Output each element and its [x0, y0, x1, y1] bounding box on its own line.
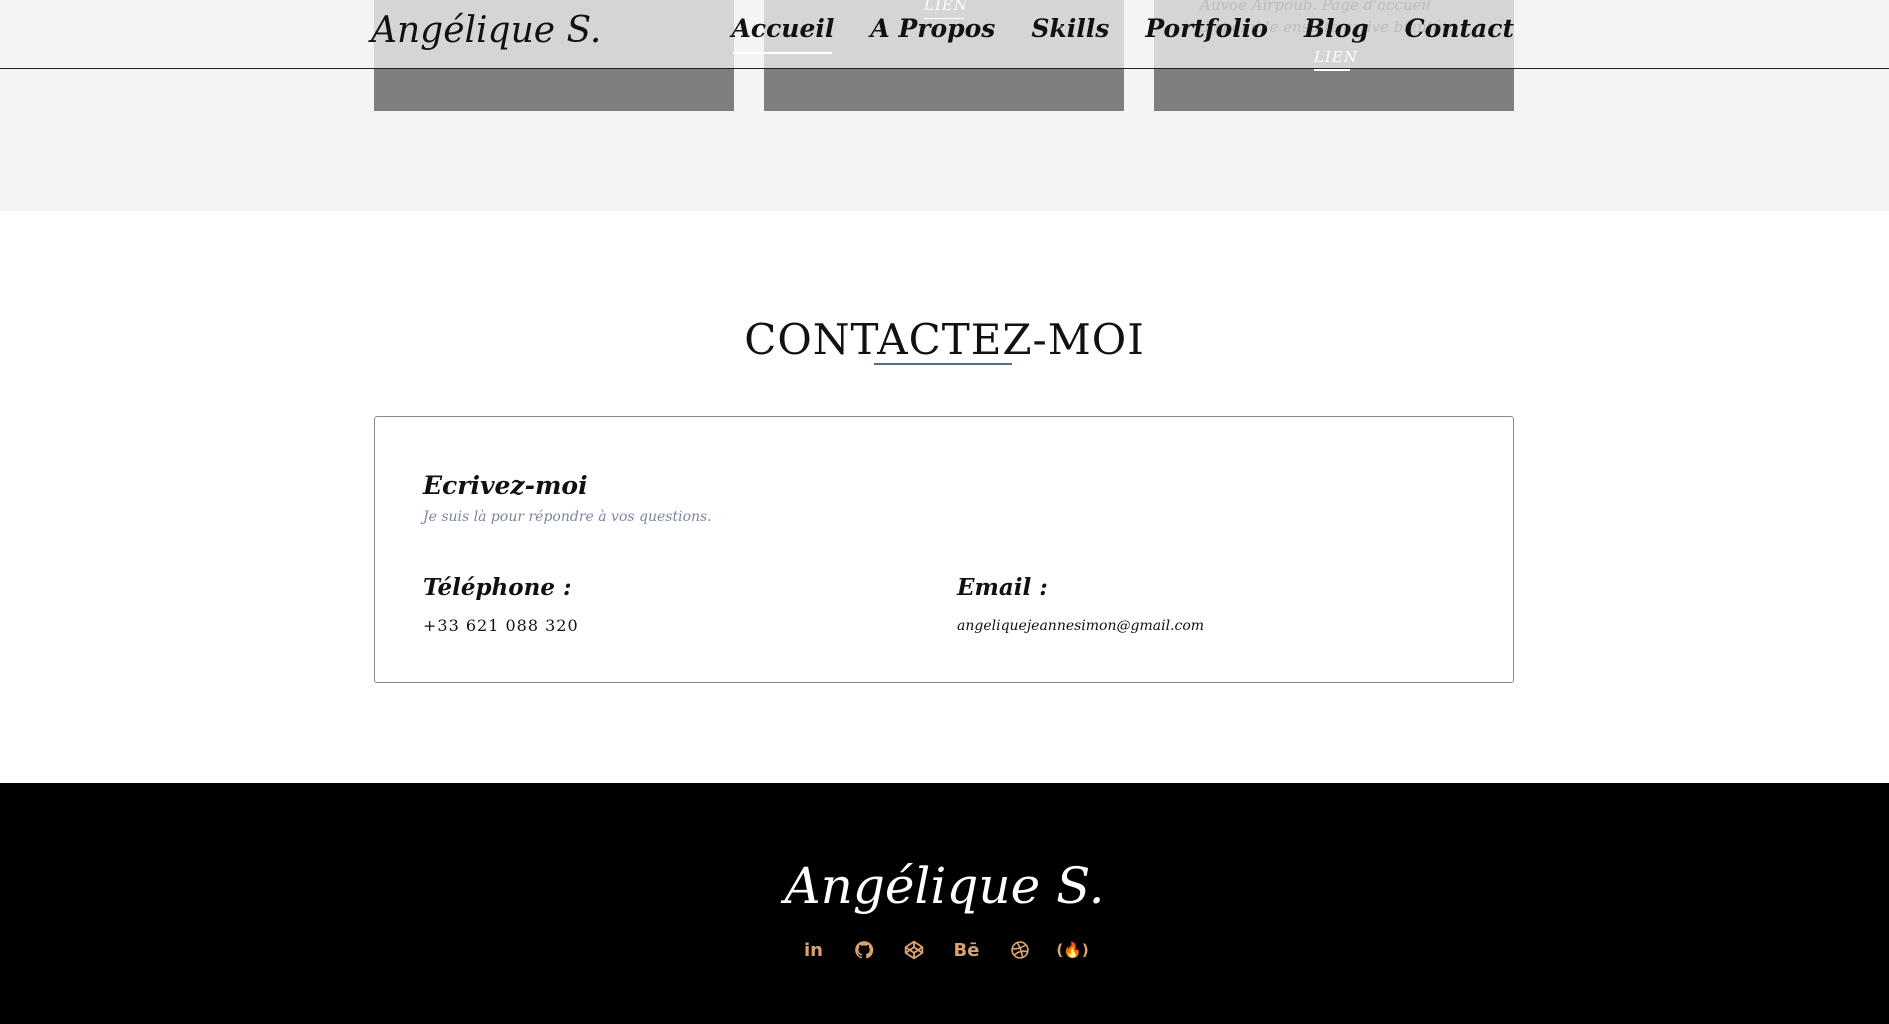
github-icon[interactable] — [852, 938, 876, 962]
nav-item-accueil[interactable]: Accueil — [731, 14, 834, 54]
portfolio-card-overlay — [1154, 68, 1514, 111]
site-header: Angélique S. Accueil A Propos Skills Por… — [0, 0, 1889, 69]
contact-card-heading: Ecrivez-moi — [423, 471, 588, 500]
email-label: Email : — [957, 574, 1048, 601]
site-footer: Angélique S. in Bē (🔥) — [0, 783, 1889, 1024]
contact-card: Ecrivez-moi Je suis là pour répondre à v… — [374, 416, 1514, 683]
header-logo[interactable]: Angélique S. — [371, 10, 601, 51]
dribbble-icon[interactable] — [1008, 938, 1032, 962]
phone-value[interactable]: +33 621 088 320 — [423, 616, 579, 635]
section-title: CONTACTEZ-MOI — [744, 315, 1145, 364]
social-links: in Bē (🔥) — [0, 938, 1889, 962]
portfolio-card-overlay — [764, 68, 1124, 111]
phone-label: Téléphone : — [423, 574, 572, 601]
portfolio-card-overlay — [374, 68, 734, 111]
title-underline — [874, 363, 1012, 365]
behance-icon[interactable]: Bē — [952, 938, 982, 962]
nav-item-skills[interactable]: Skills — [1031, 14, 1109, 53]
main-nav: Accueil A Propos Skills Portfolio Blog C… — [731, 14, 1514, 54]
nav-item-contact[interactable]: Contact — [1405, 14, 1514, 53]
email-value[interactable]: angeliquejeannesimon@gmail.com — [957, 618, 1204, 634]
freecodecamp-icon[interactable]: (🔥) — [1056, 938, 1088, 962]
nav-item-blog[interactable]: Blog — [1304, 14, 1369, 53]
nav-item-a-propos[interactable]: A Propos — [870, 14, 995, 53]
contact-section: CONTACTEZ-MOI Ecrivez-moi Je suis là pou… — [0, 211, 1889, 783]
linkedin-icon[interactable]: in — [802, 938, 826, 962]
codepen-icon[interactable] — [902, 938, 926, 962]
portfolio-card-link-underline — [1314, 69, 1350, 71]
footer-logo[interactable]: Angélique S. — [0, 857, 1889, 915]
contact-card-subtitle: Je suis là pour répondre à vos questions… — [423, 509, 712, 525]
nav-item-portfolio[interactable]: Portfolio — [1145, 14, 1268, 53]
